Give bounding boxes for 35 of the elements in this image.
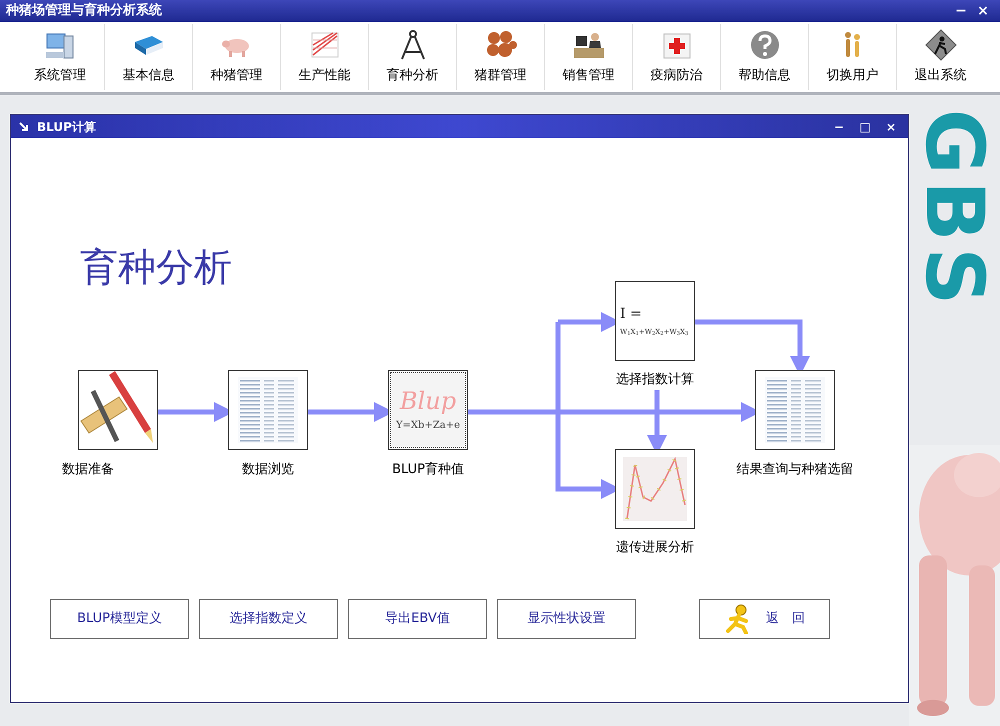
toolbar-button[interactable]: 退出系统 [896, 24, 984, 90]
dialog-title: BLUP计算 [37, 118, 97, 136]
node-label: BLUP育种值 [392, 460, 464, 479]
toolbar-button[interactable]: 种猪管理 [192, 24, 280, 90]
logo-text: GBS [909, 108, 1000, 312]
flow-node[interactable]: Blup Y=Xb+Za+e [388, 370, 468, 450]
section-heading: 育种分析 [80, 248, 232, 286]
node-label: 结果查询与种猪选留 [736, 461, 854, 479]
return-button[interactable]: 返 回 [699, 599, 830, 639]
toolbar-button[interactable]: 切换用户 [808, 24, 896, 90]
window-control[interactable]: − [830, 120, 848, 132]
node-label: 数据浏览 [242, 461, 294, 479]
logo-text: Blup [400, 389, 456, 413]
toolbar-button[interactable]: 生产性能 [280, 24, 368, 90]
window-title: 种猪场管理与育种分析系统 [6, 2, 163, 20]
action-button[interactable]: 选择指数定义 [199, 599, 338, 639]
formula-text: I = [620, 306, 643, 320]
toolbar-button[interactable]: 销售管理 [544, 24, 632, 90]
action-button[interactable]: BLUP模型定义 [50, 599, 189, 639]
toolbar-button[interactable]: 系统管理 [16, 24, 104, 90]
node-label: 数据准备 [62, 461, 114, 479]
window-control[interactable]: □ [856, 120, 874, 132]
toolbar-button[interactable]: 基本信息 [104, 24, 192, 90]
action-button[interactable]: 导出EBV值 [348, 599, 487, 639]
toolbar-button[interactable]: 帮助信息 [720, 24, 808, 90]
window-control[interactable]: × [972, 4, 994, 18]
toolbar-button[interactable]: 疫病防治 [632, 24, 720, 90]
node-label: 选择指数计算 [616, 371, 694, 389]
window-control[interactable]: × [882, 120, 900, 132]
formula-text: Y=Xb+Za+e [396, 421, 460, 431]
toolbar-button[interactable]: 猪群管理 [456, 24, 544, 90]
node-label: 遗传进展分析 [616, 539, 694, 557]
action-button[interactable]: 显示性状设置 [497, 599, 636, 639]
window-control[interactable]: − [950, 4, 972, 18]
toolbar-button[interactable]: 育种分析 [368, 24, 456, 90]
